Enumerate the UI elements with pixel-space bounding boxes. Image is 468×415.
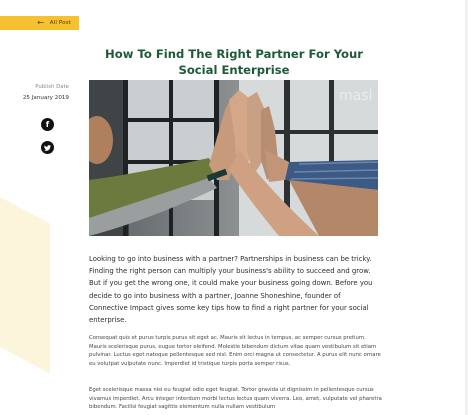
back-button-label: All Post: [49, 20, 71, 26]
publish-date-label: Publish Date: [35, 84, 69, 90]
high-five-photo: masl: [89, 80, 378, 236]
article-title: How To Find The Right Partner For Your S…: [105, 46, 363, 77]
publish-date: 25 January 2019: [22, 95, 69, 101]
facebook-share-icon[interactable]: f: [41, 118, 54, 131]
article-body-paragraph: Consequat quis et purus turpis purus sit…: [89, 335, 381, 368]
twitter-share-icon[interactable]: [41, 141, 54, 154]
photo-sign-text: masl: [339, 88, 372, 104]
decorative-shape: [0, 186, 50, 374]
article-lead-paragraph: Looking to go into business with a partn…: [89, 255, 373, 325]
all-post-back-button[interactable]: ← All Post: [0, 16, 79, 30]
arrow-left-icon: ←: [37, 18, 44, 27]
twitter-bird-icon: [44, 144, 51, 151]
article-hero-image: masl: [89, 80, 378, 236]
article-body-paragraph: Eget scelerisque massa nisi eu feugiat o…: [89, 387, 382, 411]
